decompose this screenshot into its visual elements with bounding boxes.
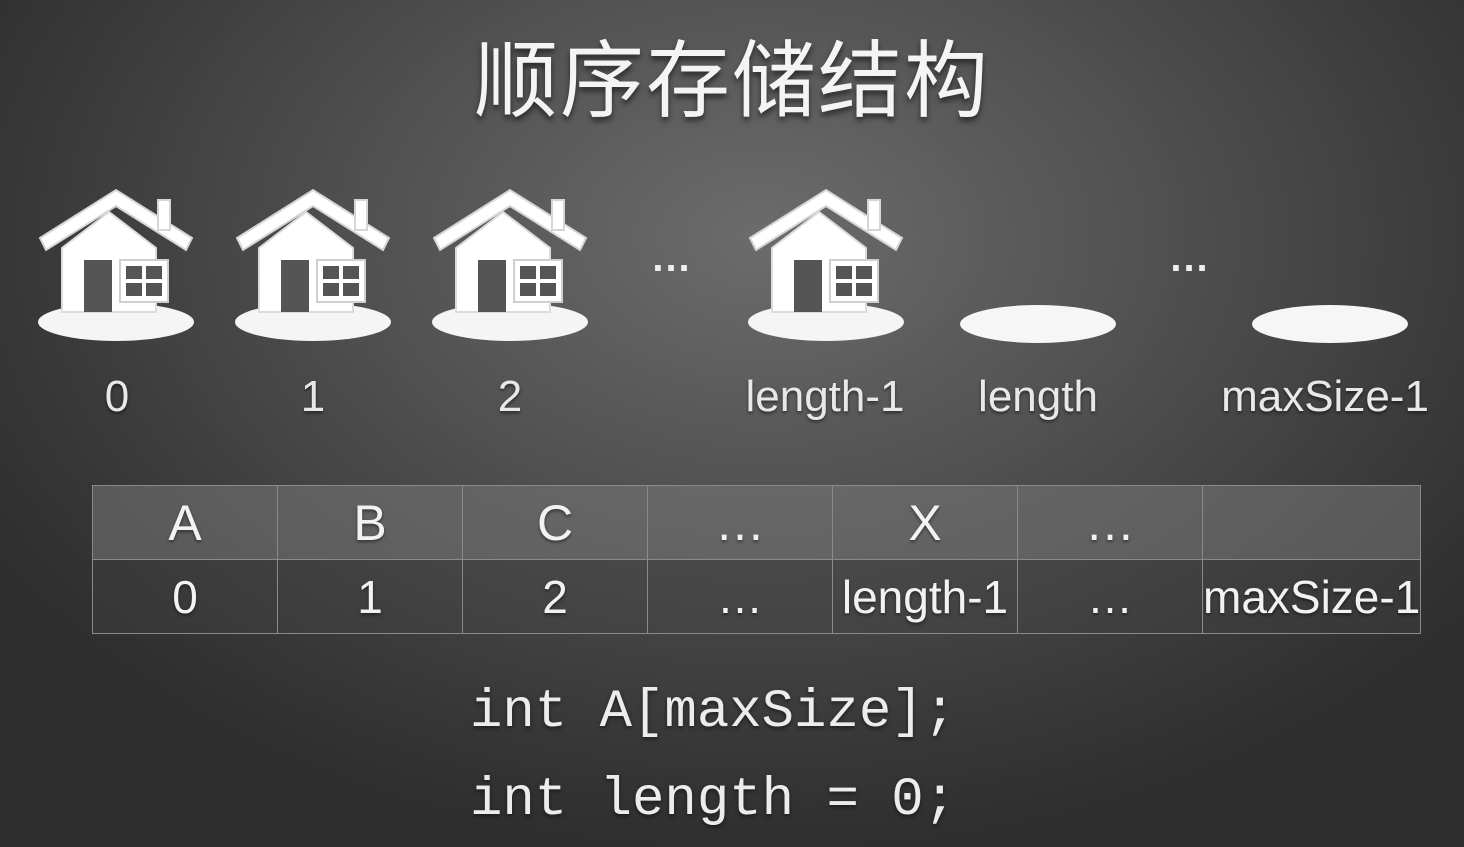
value-cell: B [277, 485, 463, 560]
index-cell: 2 [462, 559, 648, 634]
value-row: A B C … X … [92, 485, 1422, 560]
ellipsis-marker: ... [1170, 236, 1210, 280]
index-cell: … [1017, 559, 1203, 634]
value-cell: … [1017, 485, 1203, 560]
code-line-array: int A[maxSize]; [470, 682, 957, 743]
index-cell: length-1 [832, 559, 1018, 634]
empty-plate-icon [958, 186, 1128, 346]
ellipsis-marker: ... [652, 236, 692, 280]
index-cell: maxSize-1 [1201, 559, 1422, 634]
slide-title: 顺序存储结构 [473, 32, 990, 130]
value-cell: C [462, 485, 648, 560]
code-line-length: int length = 0; [470, 770, 957, 831]
slot-index-label: length [978, 372, 1098, 421]
index-cell: 0 [92, 559, 278, 634]
value-cell [1201, 485, 1422, 560]
value-cell: X [832, 485, 1018, 560]
index-cell: … [647, 559, 833, 634]
slot-index-label: 2 [497, 372, 523, 421]
slot-index-label: maxSize-1 [1221, 372, 1429, 421]
house-icon [746, 186, 916, 346]
house-icon [233, 186, 403, 346]
index-cell: 1 [277, 559, 463, 634]
index-row: 0 1 2 … length-1 … maxSize-1 [92, 559, 1422, 634]
empty-plate-icon [1250, 186, 1420, 346]
house-icon [430, 186, 600, 346]
value-cell: A [92, 485, 278, 560]
house-icon [36, 186, 206, 346]
value-cell: … [647, 485, 833, 560]
array-table: A B C … X … 0 1 2 … length-1 … maxSize-1 [92, 485, 1422, 634]
